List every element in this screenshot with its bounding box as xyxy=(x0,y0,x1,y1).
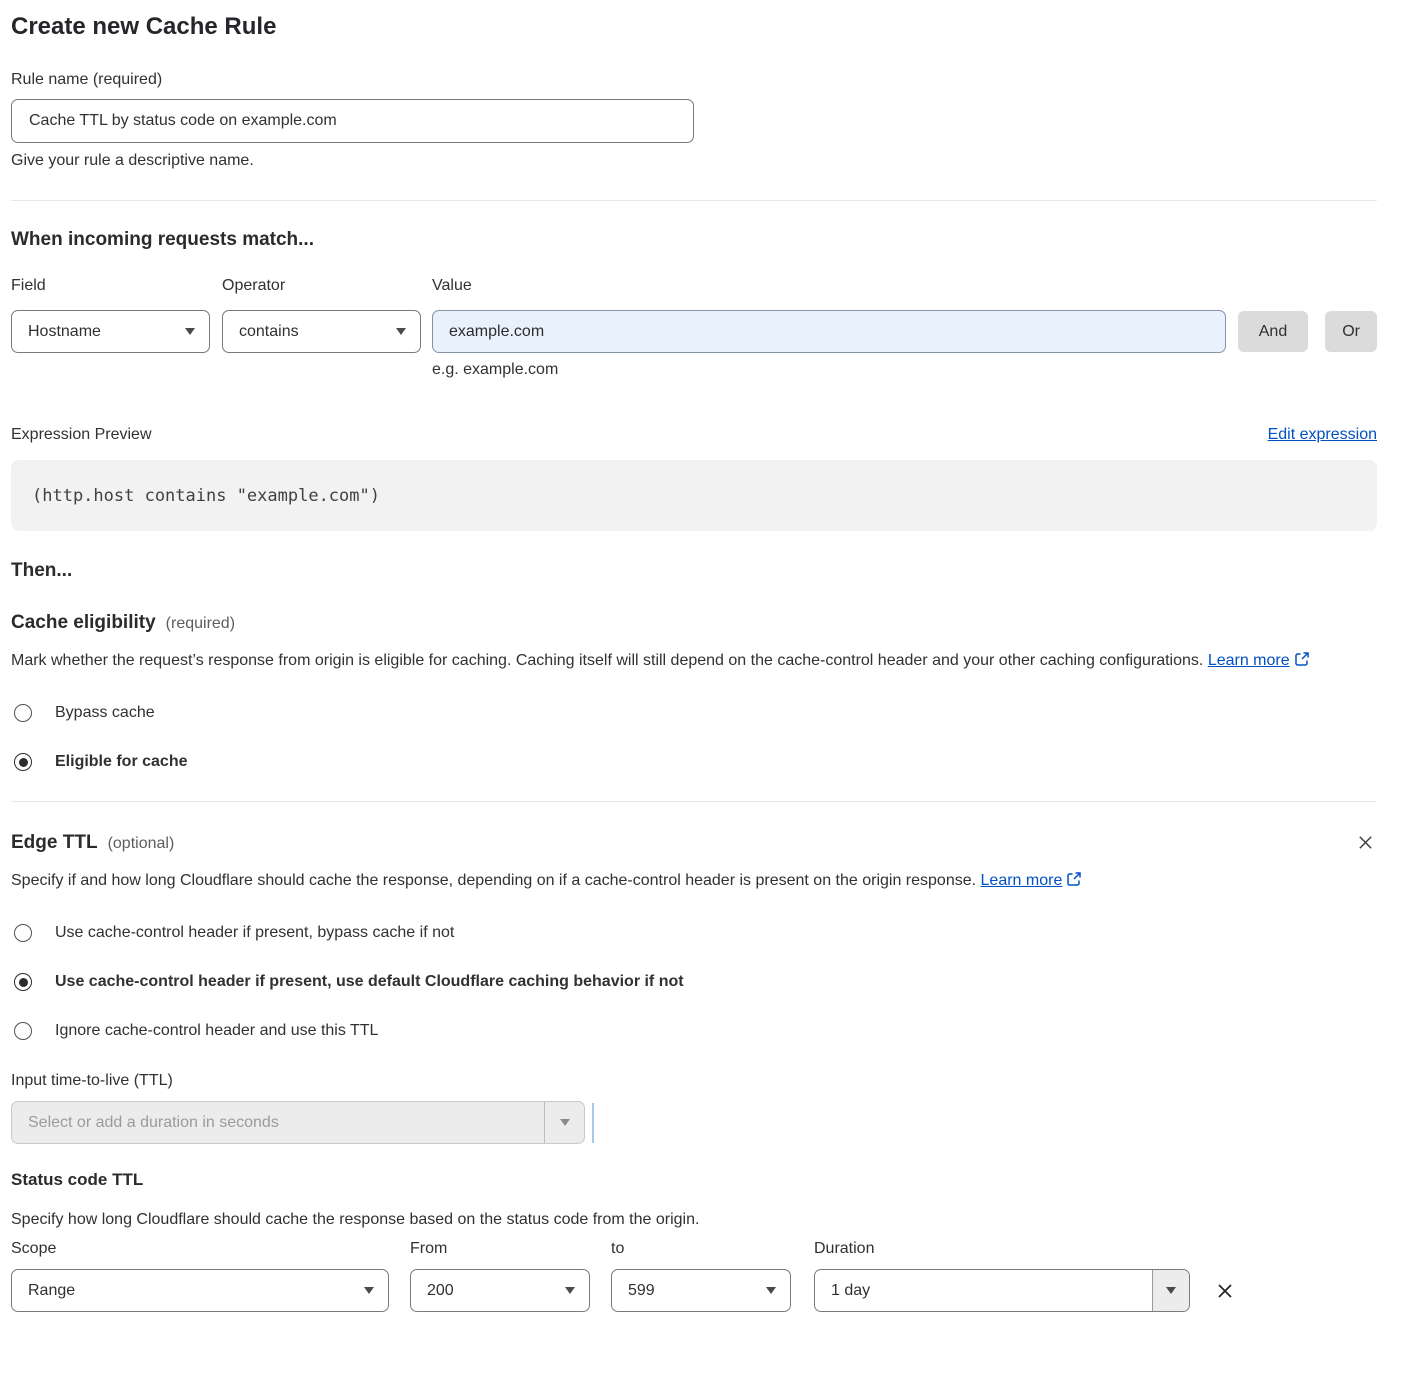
chevron-down-icon xyxy=(185,328,195,335)
and-button[interactable]: And xyxy=(1238,311,1308,352)
match-condition-row: Field Hostname Operator contains Value e… xyxy=(11,277,1377,379)
expression-preview-box: (http.host contains "example.com") xyxy=(11,460,1377,531)
to-select-value: 599 xyxy=(628,1282,655,1300)
chevron-down-icon xyxy=(560,1119,570,1126)
chevron-down-icon xyxy=(766,1287,776,1294)
operator-label: Operator xyxy=(222,277,421,295)
page-title: Create new Cache Rule xyxy=(11,13,1377,41)
edit-expression-link[interactable]: Edit expression xyxy=(1268,426,1377,444)
radio-circle-unselected[interactable] xyxy=(14,704,32,722)
section-divider xyxy=(11,200,1377,201)
external-link-icon xyxy=(1294,651,1310,667)
chevron-down-icon xyxy=(396,328,406,335)
chevron-down-icon[interactable] xyxy=(1152,1270,1189,1311)
field-select-value: Hostname xyxy=(28,323,101,341)
value-hint: e.g. example.com xyxy=(432,361,1226,379)
expression-code: (http.host contains "example.com") xyxy=(32,486,380,506)
to-select[interactable]: 599 xyxy=(611,1269,791,1312)
edge-ttl-description: Specify if and how long Cloudflare shoul… xyxy=(11,867,1111,895)
optional-tag: (optional) xyxy=(108,835,175,852)
chevron-down-icon xyxy=(565,1287,575,1294)
cache-eligibility-header: Cache eligibility (required) xyxy=(11,612,1377,634)
from-select[interactable]: 200 xyxy=(410,1269,590,1312)
rule-name-label: Rule name (required) xyxy=(11,71,1377,89)
scope-select[interactable]: Range xyxy=(11,1269,389,1312)
remove-row-icon[interactable] xyxy=(1215,1269,1235,1312)
or-button[interactable]: Or xyxy=(1325,311,1377,352)
to-label: to xyxy=(611,1240,791,1258)
close-icon[interactable] xyxy=(1354,831,1377,854)
radio-label: Ignore cache-control header and use this… xyxy=(55,1022,378,1040)
expression-preview-header: Expression Preview Edit expression xyxy=(11,426,1377,444)
rule-name-helper: Give your rule a descriptive name. xyxy=(11,152,1377,170)
scope-label: Scope xyxy=(11,1240,389,1258)
field-select[interactable]: Hostname xyxy=(11,310,210,353)
radio-label: Eligible for cache xyxy=(55,753,187,771)
expression-preview-label: Expression Preview xyxy=(11,426,152,444)
from-label: From xyxy=(410,1240,590,1258)
then-heading: Then... xyxy=(11,560,1377,582)
from-select-value: 200 xyxy=(427,1282,454,1300)
duration-select[interactable]: 1 day xyxy=(814,1269,1190,1312)
edge-ttl-heading: Edge TTL xyxy=(11,832,98,853)
radio-use-header-bypass[interactable]: Use cache-control header if present, byp… xyxy=(11,924,1377,942)
value-input[interactable] xyxy=(432,310,1226,353)
radio-circle-unselected[interactable] xyxy=(14,1022,32,1040)
edge-ttl-description-text: Specify if and how long Cloudflare shoul… xyxy=(11,872,976,889)
chevron-down-icon[interactable] xyxy=(544,1102,584,1143)
operator-select-value: contains xyxy=(239,323,299,341)
status-code-ttl-heading: Status code TTL xyxy=(11,1170,1377,1190)
radio-label: Use cache-control header if present, byp… xyxy=(55,924,454,942)
radio-ignore-header[interactable]: Ignore cache-control header and use this… xyxy=(11,1022,1377,1040)
status-code-ttl-row: Scope Range From 200 to 599 Duration 1 d… xyxy=(11,1240,1377,1312)
ttl-select-placeholder: Select or add a duration in seconds xyxy=(12,1102,544,1143)
edge-ttl-header: Edge TTL (optional) xyxy=(11,831,1377,854)
cache-eligibility-description: Mark whether the request’s response from… xyxy=(11,647,1351,675)
chevron-down-icon xyxy=(364,1287,374,1294)
operator-select[interactable]: contains xyxy=(222,310,421,353)
radio-bypass-cache[interactable]: Bypass cache xyxy=(11,704,1377,722)
radio-circle-unselected[interactable] xyxy=(14,924,32,942)
ttl-input-label: Input time-to-live (TTL) xyxy=(11,1072,1377,1090)
match-heading: When incoming requests match... xyxy=(11,229,1377,251)
chevron-down-icon xyxy=(1166,1287,1176,1294)
radio-circle-selected[interactable] xyxy=(14,973,32,991)
create-cache-rule-form: Create new Cache Rule Rule name (require… xyxy=(11,0,1377,1338)
learn-more-link[interactable]: Learn more xyxy=(1208,652,1290,669)
section-divider xyxy=(11,801,1377,802)
cache-eligibility-heading: Cache eligibility xyxy=(11,612,156,633)
radio-use-header-default[interactable]: Use cache-control header if present, use… xyxy=(11,973,1377,991)
value-label: Value xyxy=(432,277,1226,295)
scope-select-value: Range xyxy=(28,1282,75,1300)
text-cursor-bar xyxy=(592,1103,594,1143)
radio-circle-selected[interactable] xyxy=(14,753,32,771)
rule-name-input[interactable] xyxy=(11,99,694,143)
status-code-ttl-description: Specify how long Cloudflare should cache… xyxy=(11,1211,1377,1229)
ttl-duration-select[interactable]: Select or add a duration in seconds xyxy=(11,1101,585,1144)
required-tag: (required) xyxy=(166,615,235,632)
external-link-icon xyxy=(1066,871,1082,887)
learn-more-link[interactable]: Learn more xyxy=(981,872,1063,889)
duration-label: Duration xyxy=(814,1240,1190,1258)
radio-eligible-for-cache[interactable]: Eligible for cache xyxy=(11,753,1377,771)
radio-label: Bypass cache xyxy=(55,704,155,722)
duration-select-value: 1 day xyxy=(815,1270,1152,1311)
cache-eligibility-description-text: Mark whether the request’s response from… xyxy=(11,652,1203,669)
field-label: Field xyxy=(11,277,210,295)
radio-label: Use cache-control header if present, use… xyxy=(55,973,684,991)
